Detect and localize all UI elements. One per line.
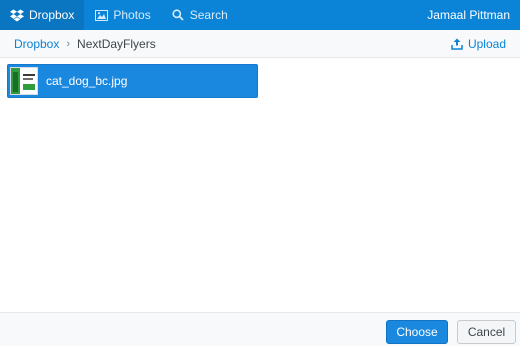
upload-button[interactable]: Upload	[451, 37, 506, 51]
image-thumbnail-icon	[10, 67, 38, 95]
breadcrumb-root-link[interactable]: Dropbox	[14, 37, 59, 51]
upload-label: Upload	[467, 36, 506, 51]
tab-search[interactable]: Search	[161, 0, 238, 30]
dropbox-icon	[10, 8, 24, 22]
file-list: cat_dog_bc.jpg	[0, 58, 520, 312]
file-name: cat_dog_bc.jpg	[46, 74, 128, 88]
choose-button[interactable]: Choose	[386, 320, 448, 344]
breadcrumb: Dropbox › NextDayFlyers Upload	[0, 30, 520, 58]
user-name[interactable]: Jamaal Pittman	[427, 8, 520, 22]
photos-icon	[94, 8, 108, 22]
upload-icon	[451, 38, 463, 50]
file-item[interactable]: cat_dog_bc.jpg	[7, 64, 258, 98]
breadcrumb-current-folder: NextDayFlyers	[77, 36, 156, 51]
tab-dropbox-label: Dropbox	[29, 8, 75, 22]
tab-photos-label: Photos	[113, 8, 151, 22]
tab-photos[interactable]: Photos	[84, 0, 160, 30]
breadcrumb-separator: ›	[66, 37, 71, 50]
search-icon	[171, 8, 185, 22]
tab-dropbox[interactable]: Dropbox	[0, 0, 85, 30]
tab-search-label: Search	[189, 8, 228, 22]
dialog-footer: Choose Cancel	[0, 312, 520, 346]
top-nav-bar: Dropbox Photos Search Jamaal Pittman	[0, 0, 520, 30]
cancel-button[interactable]: Cancel	[457, 320, 516, 344]
